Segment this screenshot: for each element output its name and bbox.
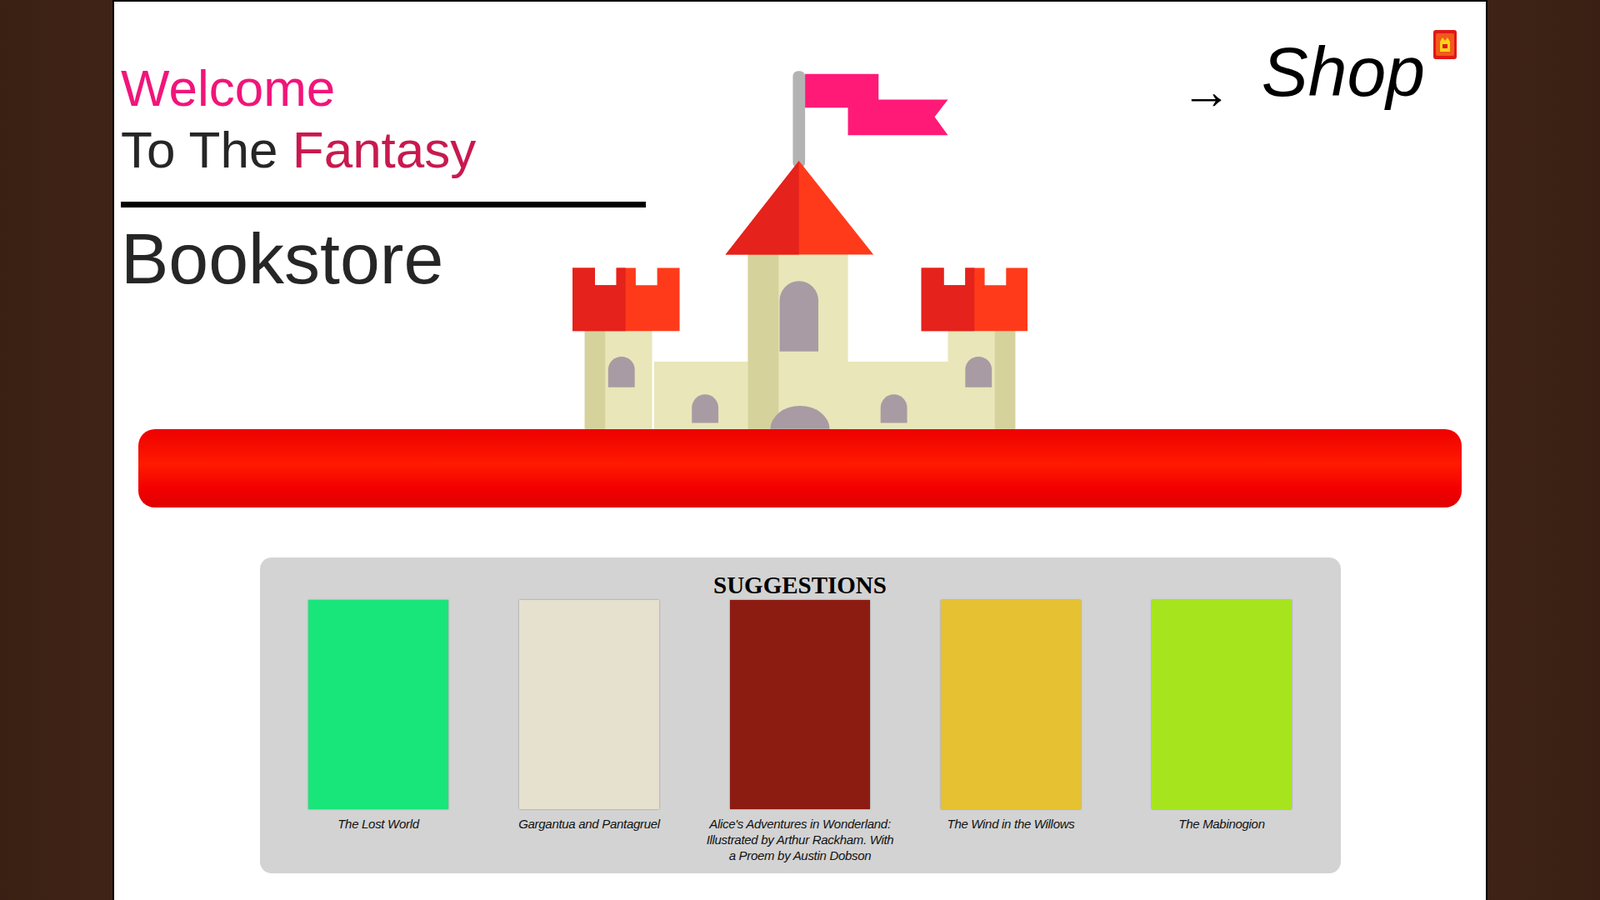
book-item[interactable]: Gargantua and Pantagruel xyxy=(484,600,695,864)
suggestions-heading: SUGGESTIONS xyxy=(273,570,1328,600)
book-title[interactable]: The Wind in the Willows xyxy=(947,815,1075,832)
book-title[interactable]: Alice's Adventures in Wonderland: Illust… xyxy=(705,815,896,864)
tagline-text: To The xyxy=(120,120,278,179)
book-item[interactable]: The Mabinogion xyxy=(1116,600,1328,864)
book-item[interactable]: Alice's Adventures in Wonderland: Illust… xyxy=(695,600,906,864)
book-cover[interactable] xyxy=(730,600,870,810)
book-item[interactable]: The Lost World xyxy=(273,600,485,864)
tagline: To TheFantasy xyxy=(120,119,573,181)
book-cover[interactable] xyxy=(519,600,660,810)
castle-icon xyxy=(572,70,1028,430)
book-item[interactable]: The Wind in the Willows xyxy=(905,600,1117,864)
book-title[interactable]: The Mabinogion xyxy=(1178,815,1265,832)
divider-line xyxy=(120,201,646,208)
red-banner xyxy=(138,429,1462,508)
header: Welcome To TheFantasy Bookstore xyxy=(114,1,1486,430)
suggestions-panel: SUGGESTIONS The Lost World Gargantua and … xyxy=(260,557,1341,874)
book-cover[interactable] xyxy=(308,600,449,810)
shop-link[interactable]: Shop xyxy=(1261,33,1425,110)
bookstore-text: Bookstore xyxy=(120,217,573,300)
book-list: The Lost World Gargantua and Pantagruel Al… xyxy=(273,600,1328,864)
welcome-text: Welcome xyxy=(120,57,573,120)
page-panel: Welcome To TheFantasy Bookstore xyxy=(112,0,1488,900)
book-title[interactable]: Gargantua and Pantagruel xyxy=(518,815,660,832)
book-cover[interactable] xyxy=(940,600,1081,810)
arrow-icon: → xyxy=(1181,66,1232,117)
welcome-block: Welcome To TheFantasy Bookstore xyxy=(114,1,573,430)
fantasy-text: Fantasy xyxy=(292,120,477,179)
shop-logo-icon[interactable] xyxy=(1433,30,1457,60)
book-title[interactable]: The Lost World xyxy=(337,815,420,832)
book-cover[interactable] xyxy=(1151,600,1292,810)
shop-area: → Shop xyxy=(1027,1,1486,430)
